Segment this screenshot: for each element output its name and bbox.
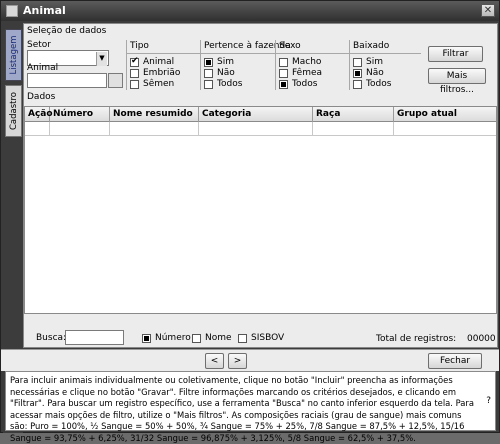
tab-listagem-label: Listagem [8, 35, 19, 75]
column-header[interactable]: Categoria [199, 107, 313, 122]
option-label: SISBOV [251, 333, 285, 343]
total-records-label: Total de registros: [376, 334, 457, 344]
option-label: Não [217, 68, 235, 78]
animal-search-button[interactable] [108, 73, 123, 88]
option-label: Todos [292, 79, 318, 89]
group-baixado: Baixado Sim Não Todos [349, 40, 421, 90]
close-window-button[interactable]: ✕ [481, 4, 495, 17]
navigation-bar: < > Fechar [1, 349, 499, 371]
animal-input[interactable] [27, 73, 107, 88]
group-title: Sexo [279, 41, 301, 51]
help-panel: Para incluir animais individualmente ou … [5, 371, 496, 443]
column-header[interactable]: Grupo atual [394, 107, 496, 122]
data-section-label: Dados [27, 92, 56, 102]
radio[interactable] [279, 58, 288, 67]
checkbox[interactable] [130, 69, 139, 78]
option-label: Embrião [143, 68, 181, 78]
option-label: Fêmea [292, 68, 323, 78]
radio[interactable] [192, 334, 201, 343]
option-label: Todos [366, 79, 392, 89]
tab-cadastro-label: Cadastro [8, 91, 19, 131]
setor-label: Setor [27, 40, 51, 50]
close-button[interactable]: Fechar [428, 353, 482, 369]
group-title: Tipo [130, 41, 149, 51]
listing-panel: Seleção de dados Setor ▼ Animal Tipo Ani… [23, 23, 498, 348]
total-records-value: 00000 [467, 334, 496, 344]
checkbox[interactable] [130, 80, 139, 89]
group-tipo: Tipo Animal Embrião Sêmen [126, 40, 200, 90]
help-icon[interactable]: ? [486, 396, 491, 408]
group-pertence-fazenda: Pertence à fazenda Sim Não Todos [200, 40, 291, 90]
radio[interactable] [204, 80, 213, 89]
option-label: Animal [143, 57, 175, 67]
option-label: Nome [205, 333, 232, 343]
search-input[interactable] [65, 330, 124, 345]
option-label: Sim [217, 57, 234, 67]
radio[interactable] [279, 80, 288, 89]
group-sexo: Sexo Macho Fêmea Todos [275, 40, 349, 90]
tab-listagem[interactable]: Listagem [5, 29, 22, 81]
radio[interactable] [279, 69, 288, 78]
column-header[interactable]: Ação [25, 107, 53, 122]
data-grid: Ação Número Nome resumido Categoria Raça… [24, 106, 497, 314]
animal-label: Animal [27, 63, 59, 73]
group-title: Baixado [353, 41, 390, 51]
app-icon [6, 5, 18, 17]
radio[interactable] [353, 80, 362, 89]
option-label: Macho [292, 57, 322, 67]
more-filters-button[interactable]: Mais filtros... [428, 68, 486, 95]
radio[interactable] [204, 69, 213, 78]
title-bar: Animal ✕ [1, 1, 499, 21]
next-button[interactable]: > [228, 353, 247, 369]
filter-button[interactable]: Filtrar [428, 46, 483, 62]
option-label: Sêmen [143, 79, 175, 89]
checkbox[interactable] [130, 56, 139, 67]
option-label: Todos [217, 79, 243, 89]
radio[interactable] [238, 334, 247, 343]
column-header[interactable]: Raça [313, 107, 394, 122]
radio[interactable] [353, 69, 362, 78]
option-label: Não [366, 68, 384, 78]
option-label: Sim [366, 57, 383, 67]
radio[interactable] [142, 334, 151, 343]
grid-header: Ação Número Nome resumido Categoria Raça… [25, 107, 496, 122]
column-header[interactable]: Número [50, 107, 110, 122]
search-label: Busca: [36, 333, 67, 343]
table-row[interactable] [25, 122, 496, 136]
radio[interactable] [353, 58, 362, 67]
animal-window: Animal ✕ Listagem Cadastro Seleção de da… [0, 0, 500, 443]
help-text: Para incluir animais individualmente ou … [10, 375, 474, 443]
tab-cadastro[interactable]: Cadastro [5, 85, 22, 137]
chevron-down-icon[interactable]: ▼ [96, 52, 107, 66]
selection-section-label: Seleção de dados [27, 26, 107, 36]
window-title: Animal [23, 4, 66, 17]
column-header[interactable]: Nome resumido [110, 107, 199, 122]
option-label: Número [155, 333, 191, 343]
radio[interactable] [204, 58, 213, 67]
previous-button[interactable]: < [205, 353, 224, 369]
